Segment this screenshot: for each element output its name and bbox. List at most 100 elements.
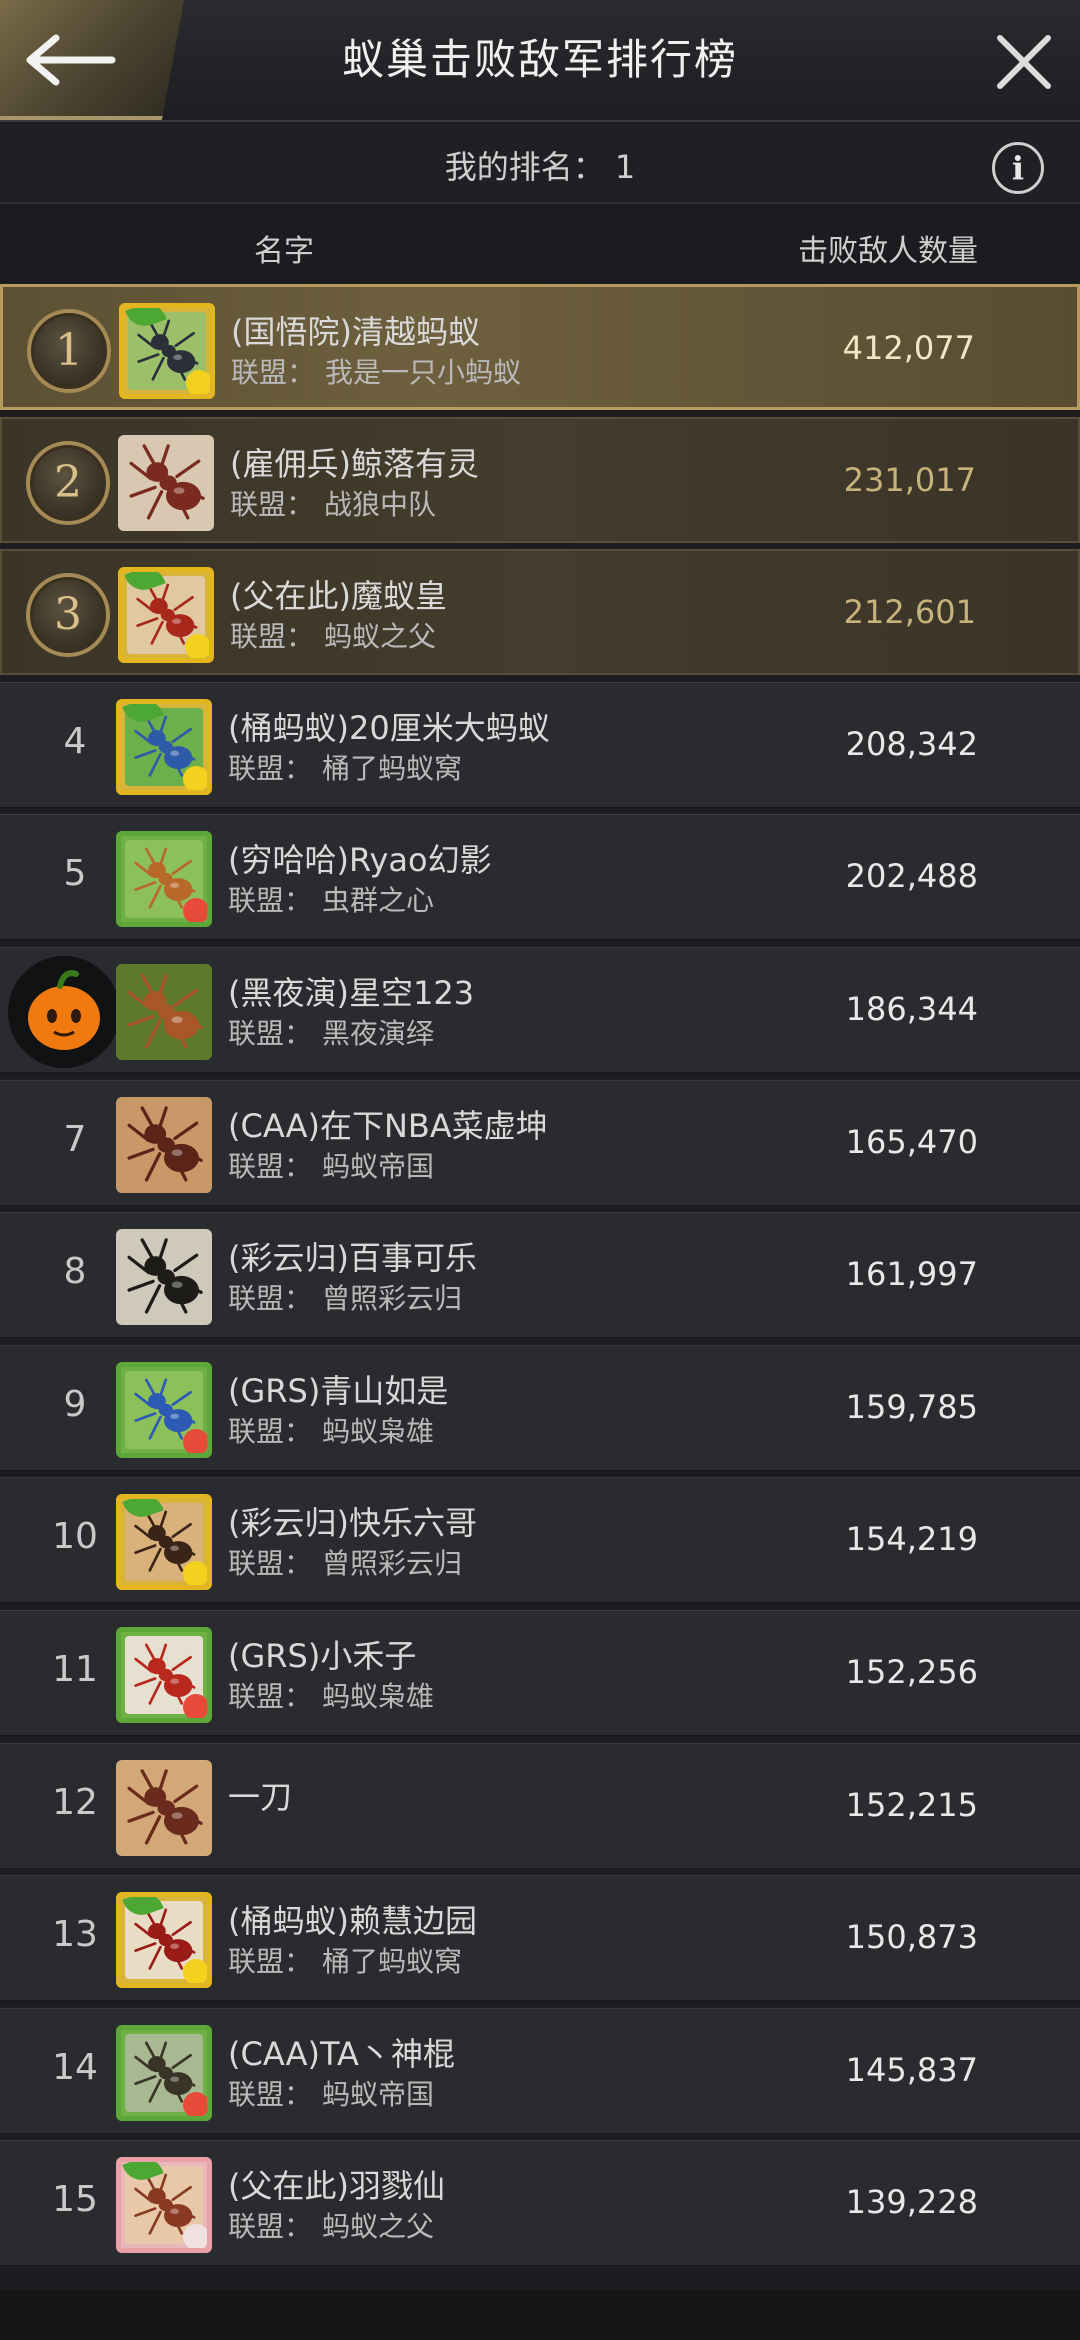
player-name: (黑夜演)星空123 <box>228 973 475 1012</box>
table-row[interactable]: 10 (彩云归)快乐六哥 联盟： 曾照彩云归 154,219 <box>0 1477 1080 1604</box>
my-rank-value: 1 <box>614 148 636 186</box>
alliance-label: 联盟： <box>228 1945 313 1979</box>
fruit-badge-icon <box>183 1959 207 1984</box>
player-avatar[interactable] <box>116 1759 212 1856</box>
my-rank-bar: 我的排名： 1 i <box>0 124 1080 204</box>
alliance-name: 蚂蚁枭雄 <box>322 1679 435 1713</box>
column-header: 名字 击败敌人数量 <box>0 206 1080 284</box>
alliance-name: 战狼中队 <box>324 487 437 521</box>
table-row[interactable]: 7 (CAA)在下NBA菜虚坤 联盟： 蚂蚁帝国 165,470 <box>0 1079 1080 1206</box>
info-button[interactable]: i <box>992 142 1044 194</box>
player-avatar[interactable] <box>118 567 214 664</box>
alliance-name: 桶了蚂蚁窝 <box>322 1945 463 1979</box>
kill-count: 139,228 <box>845 2183 978 2222</box>
fruit-badge-icon <box>183 765 207 790</box>
alliance-name: 我是一只小蚂蚁 <box>325 356 522 389</box>
column-name-header: 名字 <box>254 234 314 269</box>
table-row[interactable]: 12 一刀 152,215 <box>0 1742 1080 1869</box>
player-avatar[interactable] <box>116 1494 212 1591</box>
player-alliance: 联盟： 蚂蚁之父 <box>228 2205 434 2245</box>
alliance-label: 联盟： <box>228 1414 313 1448</box>
rank-number: 15 <box>52 2179 98 2221</box>
player-alliance: 联盟： 蚂蚁帝国 <box>228 2073 434 2113</box>
rank-number: 8 <box>63 1251 87 1293</box>
back-button[interactable] <box>0 0 184 120</box>
ant-portrait <box>116 1229 212 1326</box>
fruit-badge-icon <box>186 370 210 394</box>
kill-count: 154,219 <box>845 1520 978 1559</box>
player-alliance: 联盟： 蚂蚁之父 <box>230 615 436 655</box>
kill-count: 145,837 <box>845 2050 978 2089</box>
player-alliance: 联盟： 蚂蚁帝国 <box>228 1145 434 1185</box>
player-name: (CAA)TA丶神棍 <box>228 2034 455 2073</box>
close-button[interactable] <box>992 30 1056 94</box>
kill-count: 152,215 <box>845 1785 978 1824</box>
table-row[interactable]: 4 (桶蚂蚁)20厘米大蚂蚁 联盟： 桶了蚂蚁窝 208,342 <box>0 681 1080 808</box>
player-alliance: 联盟： 桶了蚂蚁窝 <box>228 1940 462 1980</box>
alliance-label: 联盟： <box>228 1547 313 1581</box>
kill-count: 208,342 <box>845 724 978 763</box>
ranking-list[interactable]: 1 (国悟院)清越蚂蚁 联盟： 我是一只小蚂蚁 412,077 2 (雇佣兵)鲸落有灵 联盟：… <box>0 284 1080 2273</box>
player-name: (桶蚂蚁)赖慧边园 <box>228 1902 477 1941</box>
table-row[interactable]: 1 (国悟院)清越蚂蚁 联盟： 我是一只小蚂蚁 412,077 <box>0 284 1080 410</box>
fruit-badge-icon <box>183 1561 207 1586</box>
my-rank-text: 我的排名： 1 <box>0 142 1080 188</box>
table-row[interactable]: 13 (桶蚂蚁)赖慧边园 联盟： 桶了蚂蚁窝 150,873 <box>0 1875 1080 2002</box>
alliance-label: 联盟： <box>231 356 316 389</box>
fruit-badge-icon <box>183 2224 207 2249</box>
alliance-name: 桶了蚂蚁窝 <box>322 751 463 785</box>
player-alliance: 联盟： 曾照彩云归 <box>228 1277 462 1317</box>
fruit-badge-icon <box>185 634 209 659</box>
table-row[interactable]: 5 (穷哈哈)Ryao幻影 联盟： 虫群之心 202,488 <box>0 814 1080 941</box>
alliance-label: 联盟： <box>228 2077 313 2111</box>
player-avatar[interactable] <box>116 1626 212 1723</box>
ant-icon <box>127 1768 203 1845</box>
player-alliance: 联盟： 战狼中队 <box>230 483 436 523</box>
fruit-badge-icon <box>183 1428 207 1453</box>
player-avatar[interactable] <box>116 1229 212 1326</box>
rank-number: 14 <box>52 2046 98 2088</box>
ant-portrait <box>116 963 212 1060</box>
alliance-name: 蚂蚁枭雄 <box>322 1414 435 1448</box>
player-avatar[interactable] <box>116 963 212 1060</box>
table-row[interactable]: 14 (CAA)TA丶神棍 联盟： 蚂蚁帝国 145,837 <box>0 2007 1080 2134</box>
player-avatar[interactable] <box>116 1361 212 1458</box>
kill-count: 186,344 <box>845 989 978 1028</box>
player-avatar[interactable] <box>116 1096 212 1193</box>
player-avatar[interactable] <box>119 303 215 399</box>
player-alliance: 联盟： 黑夜演绎 <box>228 1012 434 1052</box>
ant-icon <box>127 1105 203 1182</box>
player-name: (彩云归)百事可乐 <box>228 1239 477 1278</box>
alliance-name: 蚂蚁之父 <box>322 2210 435 2244</box>
player-name: (GRS)青山如是 <box>228 1371 449 1410</box>
pumpkin-pet-icon <box>28 970 100 1050</box>
alliance-label: 联盟： <box>228 751 313 785</box>
player-avatar[interactable] <box>116 698 212 795</box>
table-row[interactable]: 8 (彩云归)百事可乐 联盟： 曾照彩云归 161,997 <box>0 1212 1080 1339</box>
player-name: (CAA)在下NBA菜虚坤 <box>228 1106 548 1145</box>
kill-count: 212,601 <box>843 593 976 632</box>
info-icon: i <box>1011 149 1025 187</box>
table-row[interactable]: (黑夜演)星空123 联盟： 黑夜演绎 186,344 <box>0 946 1080 1073</box>
table-row[interactable]: 11 (GRS)小禾子 联盟： 蚂蚁枭雄 152,256 <box>0 1609 1080 1736</box>
player-avatar[interactable] <box>116 2024 212 2121</box>
table-row[interactable]: 3 (父在此)魔蚁皇 联盟： 蚂蚁之父 212,601 <box>0 549 1080 676</box>
table-row[interactable]: 9 (GRS)青山如是 联盟： 蚂蚁枭雄 159,785 <box>0 1344 1080 1471</box>
player-avatar[interactable] <box>116 831 212 928</box>
page-title: 蚁巢击败敌军排行榜 <box>341 35 738 84</box>
player-avatar[interactable] <box>116 2157 212 2254</box>
list-bottom-edge <box>0 2290 1080 2340</box>
table-row[interactable]: 15 (父在此)羽戮仙 联盟： 蚂蚁之父 139,228 <box>0 2140 1080 2267</box>
player-alliance: 联盟： 虫群之心 <box>228 879 434 919</box>
player-name: (彩云归)快乐六哥 <box>228 1504 477 1543</box>
player-avatar[interactable] <box>116 1892 212 1989</box>
player-name: (穷哈哈)Ryao幻影 <box>228 841 492 880</box>
player-alliance: 联盟： 蚂蚁枭雄 <box>228 1410 434 1450</box>
kill-count: 231,017 <box>843 460 976 499</box>
table-row[interactable]: 2 (雇佣兵)鲸落有灵 联盟： 战狼中队 231,017 <box>0 416 1080 543</box>
alliance-name: 曾照彩云归 <box>322 1282 463 1316</box>
player-avatar[interactable] <box>118 434 214 531</box>
player-alliance: 联盟： 蚂蚁枭雄 <box>228 1675 434 1715</box>
back-arrow-icon <box>26 34 116 86</box>
floating-pet-avatar[interactable] <box>4 951 124 1072</box>
